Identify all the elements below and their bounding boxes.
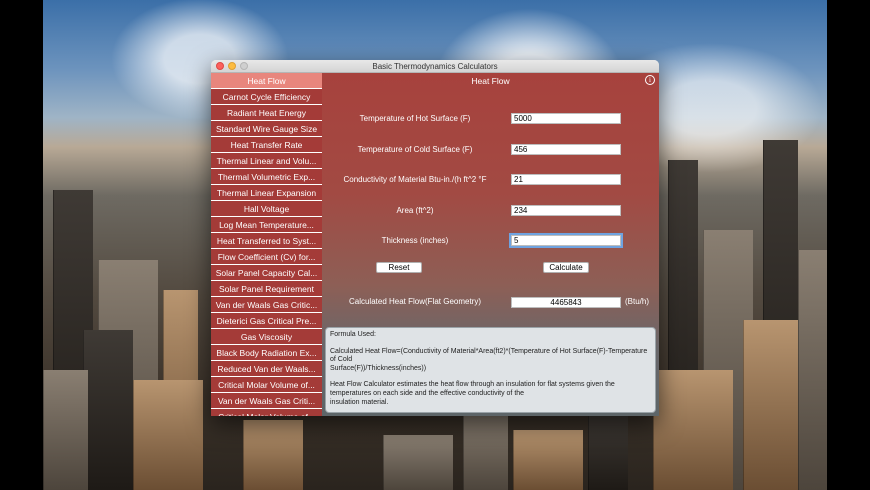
letterbox-right bbox=[827, 0, 870, 490]
formula-line-2: Surface(F))/Thickness(inches)) bbox=[330, 364, 427, 372]
sidebar-item[interactable]: Black Body Radiation Ex... bbox=[211, 345, 322, 361]
sidebar-item[interactable]: Heat Flow bbox=[211, 73, 322, 89]
sidebar-item[interactable]: Standard Wire Gauge Size bbox=[211, 121, 322, 137]
result-output[interactable] bbox=[511, 297, 621, 308]
formula-description-2: insulation material. bbox=[330, 398, 389, 406]
sidebar-item[interactable]: Thermal Linear and Volu... bbox=[211, 153, 322, 169]
sidebar-item[interactable]: Van der Waals Gas Criti... bbox=[211, 393, 322, 409]
sidebar-item[interactable]: Critical Molar Volume of... bbox=[211, 377, 322, 393]
formula-line-1: Calculated Heat Flow=(Conductivity of Ma… bbox=[330, 347, 648, 364]
sidebar-item[interactable]: Thermal Linear Expansion bbox=[211, 185, 322, 201]
formula-description-1: Heat Flow Calculator estimates the heat … bbox=[330, 381, 615, 397]
sidebar-item[interactable]: Heat Transfer Rate bbox=[211, 137, 322, 153]
sidebar-item[interactable]: Critical Molar Volume of... bbox=[211, 409, 322, 416]
sidebar-item[interactable]: Solar Panel Requirement bbox=[211, 281, 322, 297]
letterbox-left bbox=[0, 0, 43, 490]
title-bar: Basic Thermodynamics Calculators bbox=[211, 60, 659, 73]
result-unit: (Btu/h) bbox=[625, 297, 650, 306]
hot-surface-label: Temperature of Hot Surface (F) bbox=[359, 114, 471, 123]
thickness-input[interactable] bbox=[509, 233, 623, 248]
calculator-panel: Heat Flow i Temperature of Hot Surface (… bbox=[322, 73, 659, 416]
sidebar-item[interactable]: Solar Panel Capacity Cal... bbox=[211, 265, 322, 281]
calculate-button[interactable]: Calculate bbox=[543, 262, 589, 273]
thickness-label: Thickness (inches) bbox=[381, 236, 449, 245]
reset-button[interactable]: Reset bbox=[376, 262, 422, 273]
area-input[interactable] bbox=[511, 205, 621, 216]
formula-box: Formula Used: Calculated Heat Flow=(Cond… bbox=[325, 327, 656, 413]
sidebar-item[interactable]: Log Mean Temperature... bbox=[211, 217, 322, 233]
sidebar-item[interactable]: Heat Transferred to Syst... bbox=[211, 233, 322, 249]
app-window: Basic Thermodynamics Calculators Heat Fl… bbox=[211, 60, 659, 416]
sidebar-item[interactable]: Thermal Volumetric Exp... bbox=[211, 169, 322, 185]
cold-surface-input[interactable] bbox=[511, 144, 621, 155]
sidebar-item[interactable]: Reduced Van der Waals... bbox=[211, 361, 322, 377]
calculator-list[interactable]: Heat Flow Carnot Cycle Efficiency Radiant … bbox=[211, 73, 322, 416]
conductivity-label: Conductivity of Material Btu-in./(h ft^2… bbox=[343, 175, 487, 184]
cold-surface-label: Temperature of Cold Surface (F) bbox=[357, 145, 473, 154]
hot-surface-input[interactable] bbox=[511, 113, 621, 124]
area-label: Area (ft^2) bbox=[396, 206, 434, 215]
formula-heading: Formula Used: bbox=[330, 331, 376, 338]
sidebar-item[interactable]: Dieterici Gas Critical Pre... bbox=[211, 313, 322, 329]
sidebar-item[interactable]: Flow Coefficient (Cv) for... bbox=[211, 249, 322, 265]
panel-title: Heat Flow bbox=[471, 76, 510, 86]
sidebar-item[interactable]: Gas Viscosity bbox=[211, 329, 322, 345]
info-icon[interactable]: i bbox=[645, 75, 655, 85]
sidebar-item[interactable]: Carnot Cycle Efficiency bbox=[211, 89, 322, 105]
conductivity-input[interactable] bbox=[511, 174, 621, 185]
sidebar-item[interactable]: Van der Waals Gas Critic... bbox=[211, 297, 322, 313]
sidebar-item[interactable]: Radiant Heat Energy bbox=[211, 105, 322, 121]
result-label: Calculated Heat Flow(Flat Geometry) bbox=[348, 297, 482, 306]
window-title: Basic Thermodynamics Calculators bbox=[372, 62, 498, 71]
sidebar-item[interactable]: Hall Voltage bbox=[211, 201, 322, 217]
